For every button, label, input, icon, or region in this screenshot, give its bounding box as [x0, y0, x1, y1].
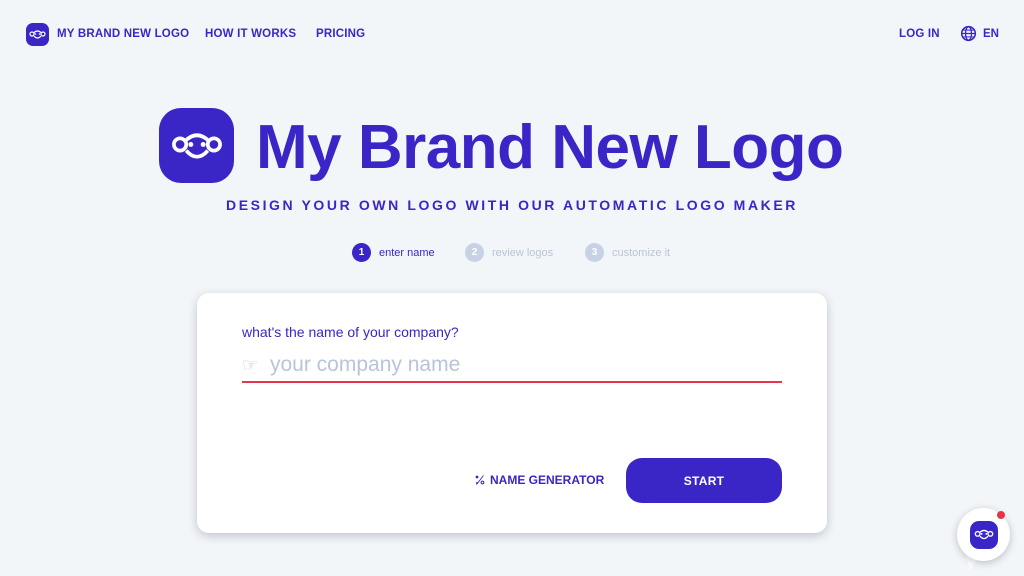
- step-customize-it: 3 customize it: [585, 243, 670, 262]
- step-label: customize it: [612, 246, 671, 259]
- step-label: review logos: [492, 246, 554, 259]
- step-enter-name: 1 enter name: [352, 243, 435, 262]
- company-name-card: what's the name of your company? ☞ NAME …: [197, 293, 827, 533]
- company-name-label: what's the name of your company?: [242, 324, 459, 340]
- nav-login-link[interactable]: LOG IN: [899, 28, 940, 40]
- sparkle-icon: [475, 475, 485, 485]
- start-button[interactable]: START: [626, 458, 782, 503]
- monkey-face-icon[interactable]: [26, 23, 49, 46]
- step-number: 2: [465, 243, 484, 262]
- hero-title: My Brand New Logo: [256, 113, 844, 182]
- language-label: EN: [983, 27, 999, 40]
- pointing-hand-icon: ☞: [242, 354, 259, 375]
- top-nav: MY BRAND NEW LOGO HOW IT WORKS PRICING L…: [0, 0, 1024, 68]
- nav-brand-link[interactable]: MY BRAND NEW LOGO: [57, 28, 189, 40]
- notification-dot: [997, 511, 1005, 519]
- monkey-face-icon: [159, 108, 234, 183]
- nav-how-it-works-link[interactable]: HOW IT WORKS: [205, 28, 296, 40]
- step-label: enter name: [379, 246, 435, 259]
- nav-pricing-link[interactable]: PRICING: [316, 28, 365, 40]
- hero-tagline: DESIGN YOUR OWN LOGO WITH OUR AUTOMATIC …: [225, 197, 799, 213]
- monkey-face-icon: [969, 520, 998, 549]
- name-generator-button[interactable]: NAME GENERATOR: [474, 473, 604, 487]
- company-name-input[interactable]: [266, 350, 782, 380]
- globe-icon: [960, 25, 977, 42]
- step-review-logos: 2 review logos: [465, 243, 553, 262]
- name-generator-label: NAME GENERATOR: [490, 473, 605, 487]
- company-name-field[interactable]: ☞: [242, 349, 782, 383]
- step-number: 3: [585, 243, 604, 262]
- language-selector[interactable]: EN: [960, 25, 999, 42]
- step-number: 1: [352, 243, 371, 262]
